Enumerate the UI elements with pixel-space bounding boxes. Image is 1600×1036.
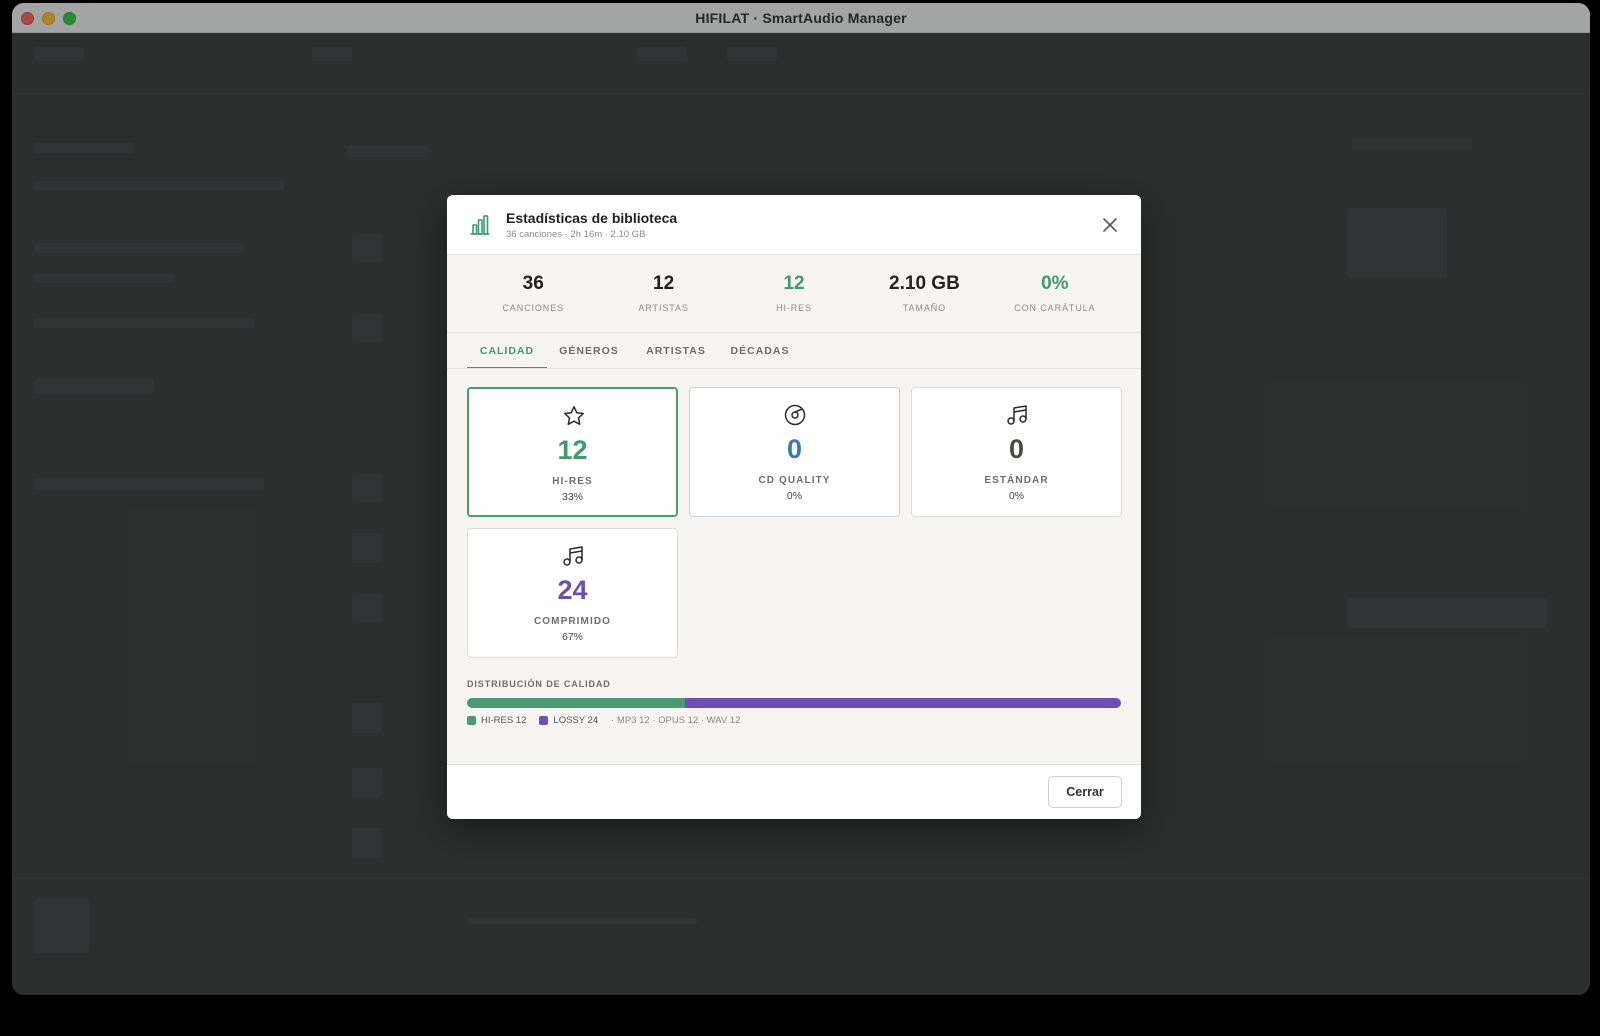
stat-size: 2.10 GB TAMAÑO xyxy=(859,255,989,332)
stat-label: HI-RES xyxy=(776,303,812,313)
card-percent: 0% xyxy=(1008,490,1025,502)
star-icon xyxy=(564,406,584,426)
close-button[interactable]: Cerrar xyxy=(1048,776,1122,808)
tab-decades[interactable]: DÉCADAS xyxy=(722,333,798,369)
format-breakdown: · MP3 12 · OPUS 12 · WAV 12 xyxy=(611,715,741,726)
stat-value: 0% xyxy=(1041,273,1069,294)
app-window: HIFILAT · SmartAudio Manager Estadística… xyxy=(12,3,1590,995)
stat-label: CON CARÁTULA xyxy=(1014,303,1096,313)
card-percent: 67% xyxy=(561,631,583,643)
card-value: 0 xyxy=(786,434,803,464)
stat-songs: 36 CANCIONES xyxy=(468,255,598,332)
legend-label: HI-RES 12 xyxy=(481,715,527,726)
tab-artists[interactable]: ARTISTAS xyxy=(637,333,715,369)
tab-bar: CALIDAD GÉNEROS ARTISTAS DÉCADAS xyxy=(467,333,1141,369)
tab-genres[interactable]: GÉNEROS xyxy=(554,333,624,369)
desktop-background xyxy=(0,995,1600,1036)
tab-divider xyxy=(447,368,1141,369)
stat-hires: 12 HI-RES xyxy=(729,255,859,332)
legend-label: LOSSY 24 xyxy=(553,715,599,726)
quality-card-hires[interactable]: 12 HI-RES 33% xyxy=(467,387,678,517)
stat-artists: 12 ARTISTAS xyxy=(598,255,728,332)
stat-label: CANCIONES xyxy=(502,303,564,313)
card-label: ESTÁNDAR xyxy=(984,475,1049,486)
legend-swatch xyxy=(539,716,549,725)
card-label: CD QUALITY xyxy=(758,475,831,486)
library-stats-dialog: Estadísticas de biblioteca 36 canciones … xyxy=(447,195,1141,819)
bar-chart-icon xyxy=(470,215,490,235)
card-label: HI-RES xyxy=(552,476,593,487)
stat-value: 2.10 GB xyxy=(889,273,960,294)
disc-icon xyxy=(784,404,806,426)
close-icon[interactable] xyxy=(1097,212,1123,238)
music-note-icon xyxy=(1007,405,1027,425)
dialog-footer: Cerrar xyxy=(447,764,1141,819)
legend-swatch xyxy=(467,716,476,725)
distribution-bar xyxy=(467,698,1121,708)
quality-card-cd[interactable]: 0 CD QUALITY 0% xyxy=(689,387,900,517)
card-value: 24 xyxy=(557,575,588,605)
quality-card-compressed[interactable]: 24 COMPRIMIDO 67% xyxy=(467,528,678,658)
card-label: COMPRIMIDO xyxy=(533,616,612,627)
stat-value: 12 xyxy=(783,273,805,294)
legend-lossy: LOSSY 24 xyxy=(539,715,598,726)
card-value: 0 xyxy=(1008,434,1025,464)
stat-value: 36 xyxy=(522,273,544,294)
distribution-segment-lossy xyxy=(684,698,1121,708)
stat-label: ARTISTAS xyxy=(638,303,689,313)
stat-artwork: 0% CON CARÁTULA xyxy=(990,255,1120,332)
dialog-subtitle: 36 canciones · 2h 16m · 2.10 GB xyxy=(506,229,646,240)
distribution-legend: HI-RES 12 LOSSY 24 · MP3 12 · OPUS 12 · … xyxy=(467,715,740,726)
dialog-title: Estadísticas de biblioteca xyxy=(506,210,678,226)
stat-label: TAMAÑO xyxy=(902,303,947,313)
dialog-header: Estadísticas de biblioteca 36 canciones … xyxy=(447,195,1141,255)
tab-quality[interactable]: CALIDAD xyxy=(467,333,547,369)
quality-card-standard[interactable]: 0 ESTÁNDAR 0% xyxy=(911,387,1122,517)
card-percent: 33% xyxy=(561,491,583,503)
summary-stats: 36 CANCIONES 12 ARTISTAS 12 HI-RES 2.10 … xyxy=(447,255,1141,333)
card-value: 12 xyxy=(557,435,588,465)
stat-value: 12 xyxy=(653,273,675,294)
distribution-segment-hires xyxy=(467,698,685,708)
legend-hires: HI-RES 12 xyxy=(467,715,526,726)
music-note-icon xyxy=(563,546,583,566)
distribution-title: DISTRIBUCIÓN DE CALIDAD xyxy=(467,679,611,689)
card-percent: 0% xyxy=(786,490,803,502)
